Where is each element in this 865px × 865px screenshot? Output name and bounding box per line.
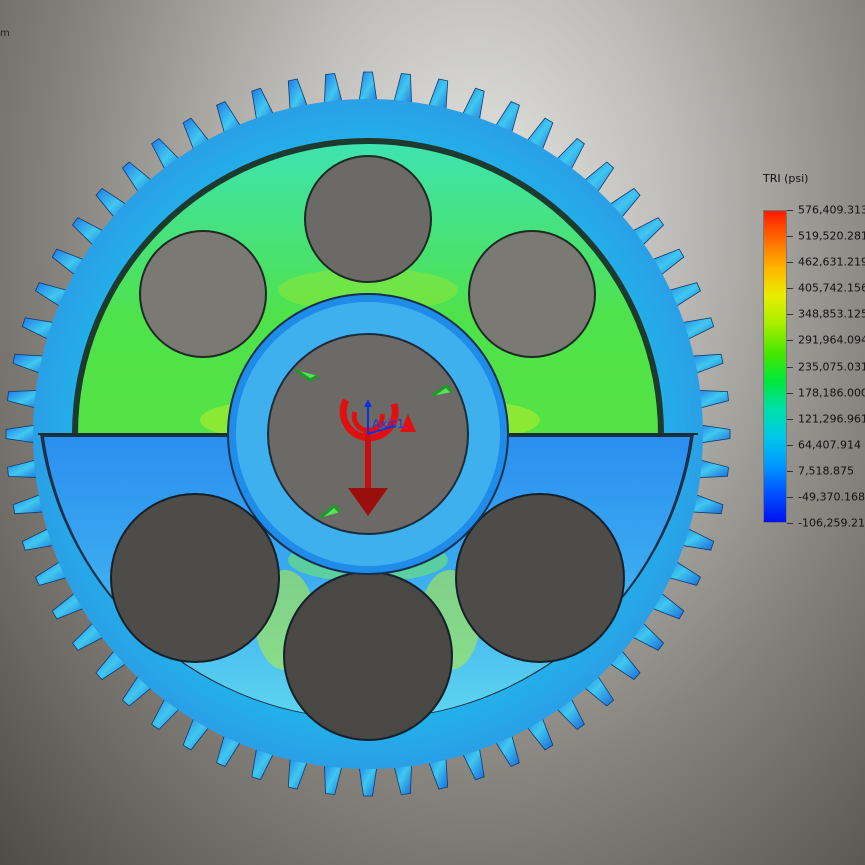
legend-value: 7,518.875: [798, 464, 854, 478]
legend-value: 291,964.094: [798, 333, 865, 347]
legend-value: -49,370.168: [798, 490, 865, 504]
legend-tick-mark: [787, 496, 793, 498]
legend-tick-mark: [787, 523, 793, 524]
lower-hole-bottom: [283, 571, 453, 741]
legend-tick-mark: [787, 366, 793, 368]
legend-value: 235,075.031: [798, 360, 865, 373]
upper-hole-right: [468, 230, 596, 358]
graphics-viewport[interactable]: m Axis1 TRI (psi) 576,409.313 519,520.28…: [0, 0, 865, 865]
legend-value: 178,186.000: [798, 386, 865, 400]
axis-label: Axis1: [372, 417, 405, 431]
legend-value: 405,742.156: [798, 281, 865, 295]
lower-hole-left: [110, 493, 280, 663]
legend-tick-mark: [787, 392, 793, 394]
legend-color-bar: [763, 210, 787, 523]
upper-hole-left: [139, 230, 267, 358]
legend-value: 64,407.914: [798, 438, 861, 452]
gear-stress-model[interactable]: Axis1: [0, 0, 865, 865]
legend-tick-mark: [787, 444, 793, 446]
legend-value: -106,259.211: [798, 516, 865, 530]
legend-title: TRI (psi): [763, 172, 809, 185]
legend-tick-mark: [787, 262, 793, 264]
legend-value: 519,520.281: [798, 229, 865, 243]
legend-tick-mark: [787, 314, 793, 316]
legend-value: 576,409.313: [798, 203, 865, 217]
legend-tick-mark: [787, 288, 793, 290]
lower-hole-right: [455, 493, 625, 663]
stress-legend: TRI (psi) 576,409.313 519,520.281 462,631.…: [760, 172, 865, 532]
legend-tick-mark: [787, 418, 793, 420]
legend-tick-mark: [787, 236, 793, 238]
legend-tick-mark: [787, 470, 793, 472]
legend-tick-mark: [787, 340, 793, 342]
legend-value: 121,296.961: [798, 412, 865, 426]
legend-value: 462,631.219: [798, 255, 865, 269]
upper-hole-top: [304, 155, 432, 283]
legend-tick-mark: [787, 210, 793, 211]
legend-value: 348,853.125: [798, 307, 865, 321]
